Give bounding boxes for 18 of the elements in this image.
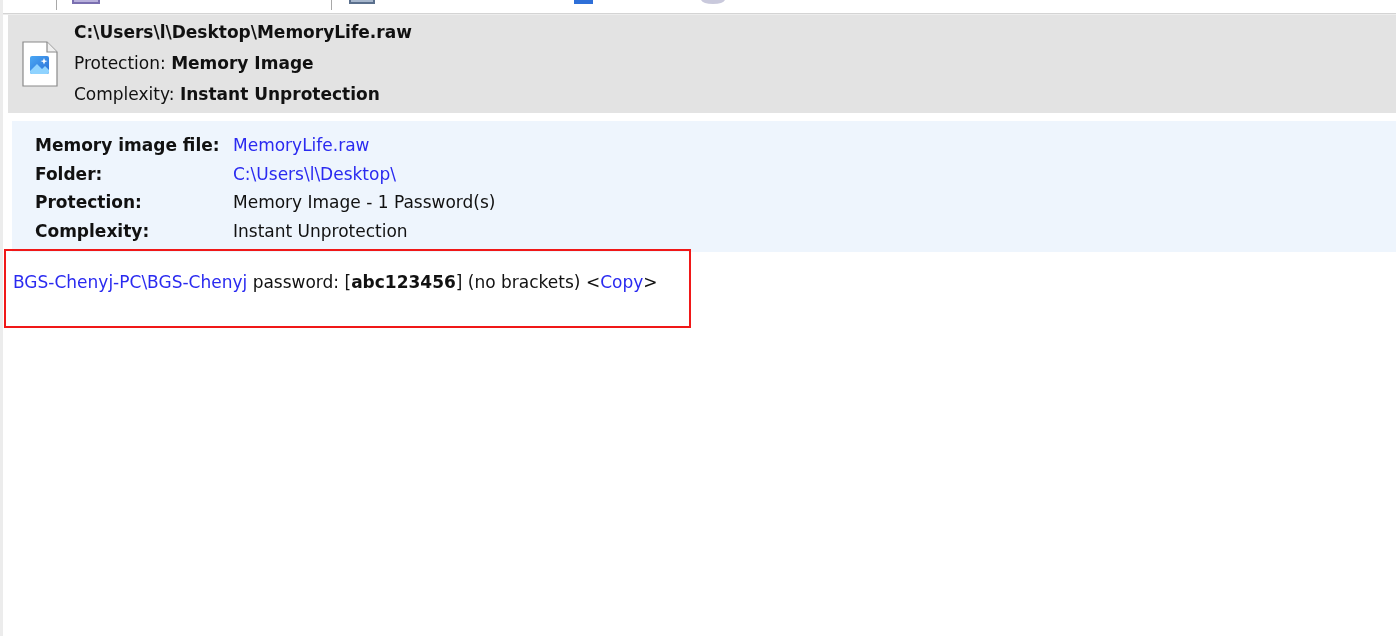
detail-value: Memory Image - 1 Password(s) bbox=[233, 191, 496, 215]
detail-label: Folder: bbox=[35, 162, 104, 186]
detail-label: Protection: bbox=[35, 191, 143, 215]
detail-value: Instant Unprotection bbox=[233, 220, 409, 244]
account-link[interactable]: BGS-Chenyj-PC\BGS-Chenyj bbox=[13, 272, 248, 292]
partial-toolbar-icon[interactable] bbox=[72, 0, 100, 4]
partial-toolbar-icon[interactable] bbox=[349, 0, 375, 4]
header-detail-text: Complexity: Instant Unprotection bbox=[74, 83, 381, 106]
path-link[interactable]: MemoryLife.raw bbox=[233, 131, 496, 160]
file-path-title: C:\Users\l\Desktop\MemoryLife.raw bbox=[74, 21, 412, 44]
detail-label: Complexity: bbox=[35, 220, 151, 244]
image-file-icon bbox=[22, 40, 58, 87]
detail-label: Memory image file: bbox=[35, 134, 221, 157]
path-link[interactable]: C:\Users\l\Desktop\ bbox=[233, 159, 496, 189]
copy-link[interactable]: Copy bbox=[600, 272, 644, 292]
password-result-text: BGS-Chenyj-PC\BGS-Chenyj password: [abc123456] (no brackets) <Copy> bbox=[13, 271, 658, 294]
header-detail-text: Protection: Memory Image bbox=[74, 52, 315, 75]
partial-toolbar-icon[interactable] bbox=[701, 0, 725, 4]
